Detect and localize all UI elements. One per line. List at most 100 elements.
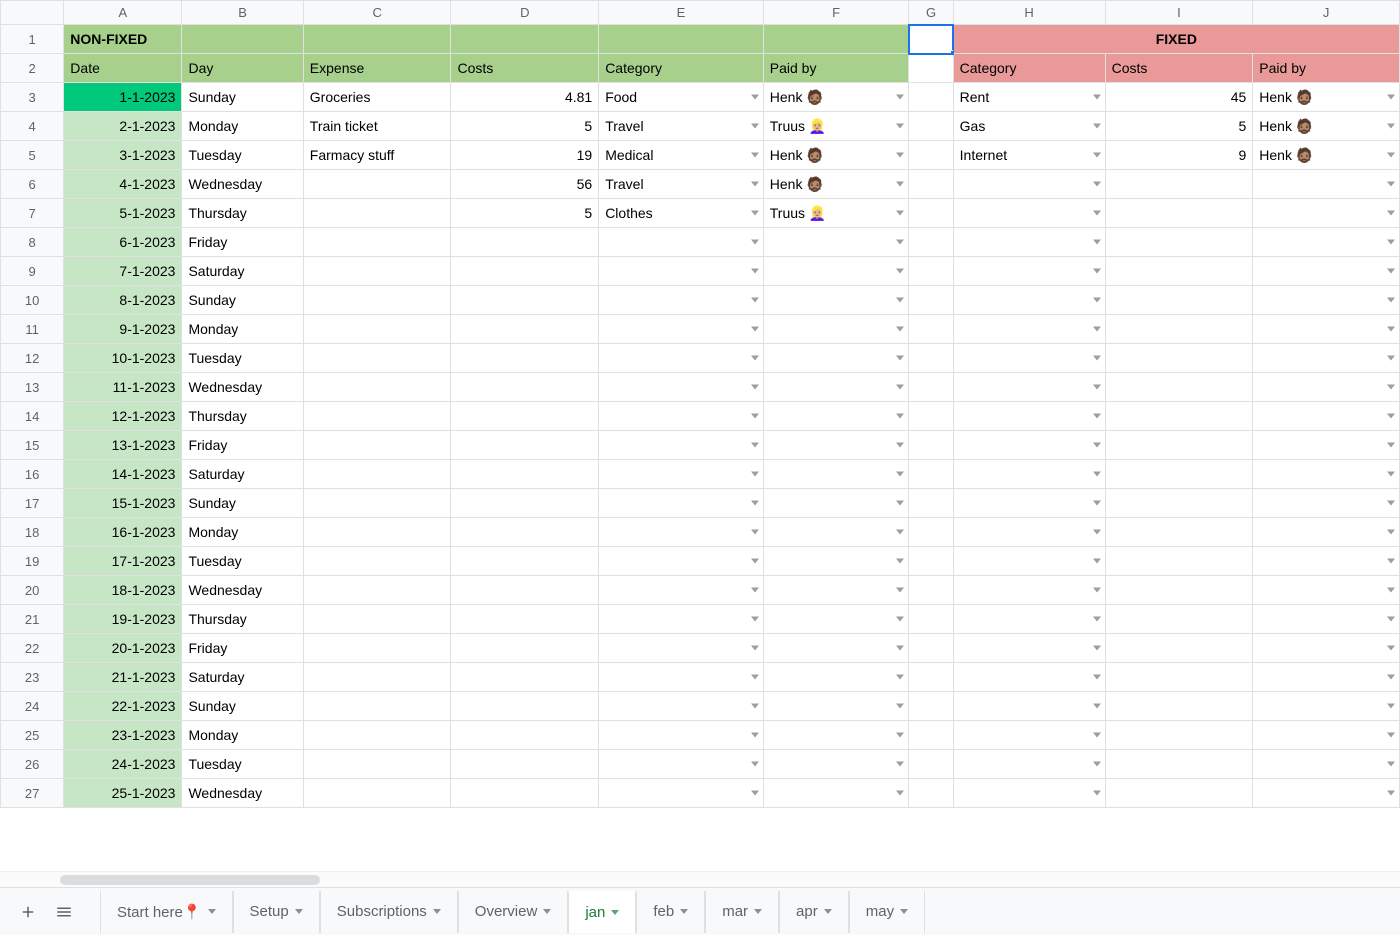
- cell-gap[interactable]: [909, 460, 953, 489]
- cell-day[interactable]: Monday: [182, 315, 303, 344]
- dropdown-arrow-icon[interactable]: [896, 617, 904, 622]
- cell-fixed-costs[interactable]: [1105, 750, 1253, 779]
- cell-day[interactable]: Sunday: [182, 83, 303, 112]
- cell-date[interactable]: 22-1-2023: [64, 692, 182, 721]
- dropdown-arrow-icon[interactable]: [751, 530, 759, 535]
- row-header-16[interactable]: 16: [1, 460, 64, 489]
- header-nonfixed-pad[interactable]: [182, 25, 303, 54]
- cell-fixed-category[interactable]: [953, 489, 1105, 518]
- header-nonfixed-pad[interactable]: [303, 25, 451, 54]
- cell-gap[interactable]: [909, 547, 953, 576]
- dropdown-arrow-icon[interactable]: [896, 675, 904, 680]
- row-header-26[interactable]: 26: [1, 750, 64, 779]
- cell-fixed-costs[interactable]: [1105, 373, 1253, 402]
- dropdown-arrow-icon[interactable]: [1387, 182, 1395, 187]
- cell-day[interactable]: Monday: [182, 721, 303, 750]
- cell-date[interactable]: 5-1-2023: [64, 199, 182, 228]
- dropdown-arrow-icon[interactable]: [1387, 559, 1395, 564]
- cell-paidby[interactable]: Henk 🧔🏽: [763, 83, 909, 112]
- cell-category[interactable]: Food: [599, 83, 764, 112]
- cell-fixed-category[interactable]: [953, 402, 1105, 431]
- chevron-down-icon[interactable]: [433, 909, 441, 914]
- cell-costs[interactable]: [451, 721, 599, 750]
- sheet-tab-setup[interactable]: Setup: [233, 891, 320, 933]
- cell-paidby[interactable]: [763, 489, 909, 518]
- column-header-H[interactable]: H: [953, 1, 1105, 25]
- cell-fixed-paidby[interactable]: Henk 🧔🏽: [1253, 83, 1400, 112]
- subheader-C[interactable]: Expense: [303, 54, 451, 83]
- dropdown-arrow-icon[interactable]: [1093, 269, 1101, 274]
- cell-gap[interactable]: [909, 170, 953, 199]
- header-fixed[interactable]: FIXED: [953, 25, 1399, 54]
- cell-fixed-category[interactable]: [953, 315, 1105, 344]
- dropdown-arrow-icon[interactable]: [896, 414, 904, 419]
- sheet-tab-subscriptions[interactable]: Subscriptions: [320, 891, 458, 933]
- chevron-down-icon[interactable]: [680, 909, 688, 914]
- cell-fixed-paidby[interactable]: [1253, 547, 1400, 576]
- cell-expense[interactable]: [303, 460, 451, 489]
- cell-paidby[interactable]: Henk 🧔🏽: [763, 141, 909, 170]
- cell-costs[interactable]: [451, 576, 599, 605]
- chevron-down-icon[interactable]: [208, 909, 216, 914]
- row-header-19[interactable]: 19: [1, 547, 64, 576]
- row-header-15[interactable]: 15: [1, 431, 64, 460]
- cell-costs[interactable]: 4.81: [451, 83, 599, 112]
- cell-expense[interactable]: [303, 431, 451, 460]
- cell-fixed-costs[interactable]: [1105, 663, 1253, 692]
- cell-expense[interactable]: [303, 489, 451, 518]
- row-header-11[interactable]: 11: [1, 315, 64, 344]
- dropdown-arrow-icon[interactable]: [751, 443, 759, 448]
- dropdown-arrow-icon[interactable]: [1093, 588, 1101, 593]
- cell-fixed-costs[interactable]: [1105, 315, 1253, 344]
- cell-day[interactable]: Sunday: [182, 692, 303, 721]
- cell-gap[interactable]: [909, 663, 953, 692]
- row-header-4[interactable]: 4: [1, 112, 64, 141]
- header-nonfixed[interactable]: NON-FIXED: [64, 25, 182, 54]
- row-header-13[interactable]: 13: [1, 373, 64, 402]
- column-header-G[interactable]: G: [909, 1, 953, 25]
- cell-costs[interactable]: [451, 315, 599, 344]
- dropdown-arrow-icon[interactable]: [1387, 588, 1395, 593]
- cell-costs[interactable]: [451, 547, 599, 576]
- dropdown-arrow-icon[interactable]: [1387, 153, 1395, 158]
- cell-fixed-paidby[interactable]: [1253, 170, 1400, 199]
- column-header-F[interactable]: F: [763, 1, 909, 25]
- cell-fixed-paidby[interactable]: Henk 🧔🏽: [1253, 112, 1400, 141]
- cell-category[interactable]: [599, 489, 764, 518]
- dropdown-arrow-icon[interactable]: [1093, 153, 1101, 158]
- cell-fixed-paidby[interactable]: [1253, 692, 1400, 721]
- dropdown-arrow-icon[interactable]: [751, 182, 759, 187]
- cell-costs[interactable]: [451, 460, 599, 489]
- cell-expense[interactable]: [303, 170, 451, 199]
- cell-fixed-costs[interactable]: [1105, 431, 1253, 460]
- dropdown-arrow-icon[interactable]: [1093, 414, 1101, 419]
- dropdown-arrow-icon[interactable]: [751, 791, 759, 796]
- cell-expense[interactable]: [303, 576, 451, 605]
- cell-fixed-paidby[interactable]: [1253, 750, 1400, 779]
- dropdown-arrow-icon[interactable]: [1387, 617, 1395, 622]
- dropdown-arrow-icon[interactable]: [896, 472, 904, 477]
- cell-day[interactable]: Saturday: [182, 257, 303, 286]
- dropdown-arrow-icon[interactable]: [1093, 211, 1101, 216]
- cell-expense[interactable]: [303, 779, 451, 808]
- cell-gap[interactable]: [909, 634, 953, 663]
- dropdown-arrow-icon[interactable]: [896, 153, 904, 158]
- cell-date[interactable]: 15-1-2023: [64, 489, 182, 518]
- dropdown-arrow-icon[interactable]: [751, 588, 759, 593]
- cell-paidby[interactable]: [763, 460, 909, 489]
- dropdown-arrow-icon[interactable]: [751, 646, 759, 651]
- dropdown-arrow-icon[interactable]: [1093, 356, 1101, 361]
- dropdown-arrow-icon[interactable]: [896, 646, 904, 651]
- cell-paidby[interactable]: [763, 228, 909, 257]
- dropdown-arrow-icon[interactable]: [1387, 791, 1395, 796]
- dropdown-arrow-icon[interactable]: [1387, 327, 1395, 332]
- cell-category[interactable]: [599, 547, 764, 576]
- dropdown-arrow-icon[interactable]: [896, 791, 904, 796]
- dropdown-arrow-icon[interactable]: [1093, 646, 1101, 651]
- dropdown-arrow-icon[interactable]: [1387, 472, 1395, 477]
- cell-expense[interactable]: [303, 199, 451, 228]
- cell-costs[interactable]: [451, 692, 599, 721]
- cell-expense[interactable]: [303, 402, 451, 431]
- dropdown-arrow-icon[interactable]: [1387, 414, 1395, 419]
- cell-fixed-category[interactable]: [953, 228, 1105, 257]
